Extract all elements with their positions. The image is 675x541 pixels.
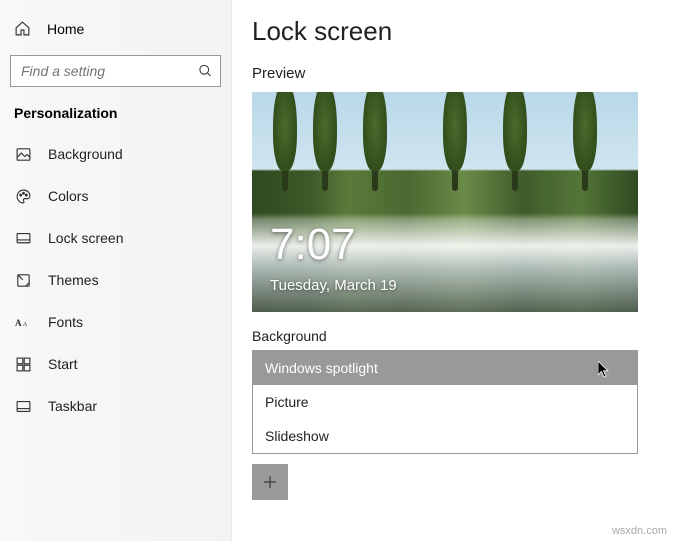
- start-icon: [14, 355, 32, 373]
- preview-time: 7:07: [270, 220, 356, 270]
- sidebar-item-label: Start: [48, 356, 78, 372]
- sidebar-item-label: Background: [48, 146, 123, 162]
- sidebar-item-label: Themes: [48, 272, 99, 288]
- dropdown-option-picture[interactable]: Picture: [253, 385, 637, 419]
- sidebar-item-colors[interactable]: Colors: [0, 175, 231, 217]
- preview-date: Tuesday, March 19: [270, 277, 397, 294]
- palette-icon: [14, 187, 32, 205]
- sidebar-item-start[interactable]: Start: [0, 343, 231, 385]
- sidebar-item-background[interactable]: Background: [0, 133, 231, 175]
- sidebar-item-taskbar[interactable]: Taskbar: [0, 385, 231, 427]
- sidebar-item-label: Taskbar: [48, 398, 97, 414]
- sidebar-item-label: Colors: [48, 188, 88, 204]
- image-icon: [14, 145, 32, 163]
- home-label: Home: [47, 21, 84, 37]
- cursor-icon: [598, 361, 611, 378]
- sidebar-item-fonts[interactable]: A A Fonts: [0, 301, 231, 343]
- svg-text:A: A: [22, 321, 27, 328]
- home-icon: [14, 20, 31, 37]
- sidebar-item-label: Fonts: [48, 314, 83, 330]
- plus-icon: [261, 473, 279, 491]
- lock-screen-icon: [14, 229, 32, 247]
- sidebar-item-lock-screen[interactable]: Lock screen: [0, 217, 231, 259]
- page-title: Lock screen: [252, 16, 655, 47]
- dropdown-option-spotlight[interactable]: Windows spotlight: [253, 351, 637, 385]
- themes-icon: [14, 271, 32, 289]
- dropdown-option-slideshow[interactable]: Slideshow: [253, 419, 637, 453]
- search-field-wrap: [10, 55, 221, 87]
- search-icon: [198, 64, 213, 79]
- lock-screen-preview: 7:07 Tuesday, March 19: [252, 92, 638, 312]
- preview-label: Preview: [252, 65, 655, 82]
- search-input[interactable]: [10, 55, 221, 87]
- fonts-icon: A A: [14, 313, 32, 331]
- section-title: Personalization: [0, 101, 231, 133]
- dropdown-option-label: Slideshow: [265, 428, 329, 444]
- sidebar: Home Personalization Background Colors: [0, 0, 232, 541]
- sidebar-item-label: Lock screen: [48, 230, 123, 246]
- taskbar-icon: [14, 397, 32, 415]
- watermark: wsxdn.com: [612, 525, 667, 537]
- svg-text:A: A: [15, 318, 22, 328]
- background-dropdown[interactable]: Windows spotlight Picture Slideshow: [252, 350, 638, 454]
- sidebar-item-themes[interactable]: Themes: [0, 259, 231, 301]
- background-dropdown-label: Background: [252, 328, 655, 344]
- dropdown-option-label: Picture: [265, 394, 309, 410]
- add-button[interactable]: [252, 464, 288, 500]
- main-content: Lock screen Preview 7:07 Tuesday, March …: [232, 0, 675, 541]
- home-nav-item[interactable]: Home: [0, 12, 231, 49]
- dropdown-option-label: Windows spotlight: [265, 360, 378, 376]
